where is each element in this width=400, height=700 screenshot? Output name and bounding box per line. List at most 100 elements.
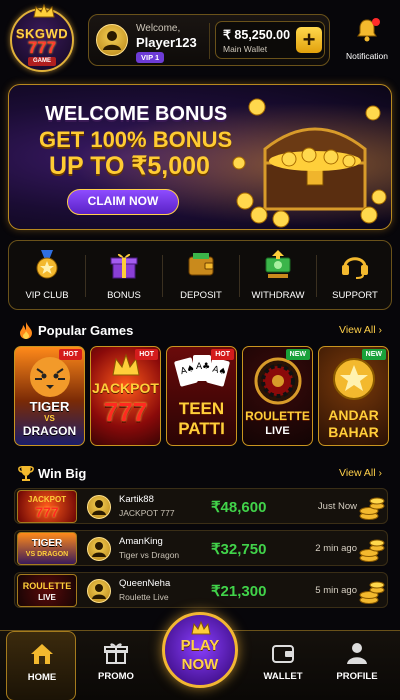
- claim-now-button[interactable]: CLAIM NOW: [67, 189, 179, 215]
- support-button[interactable]: SUPPORT: [317, 241, 393, 311]
- user-icon: [92, 542, 106, 557]
- wallet-icon: [188, 253, 214, 276]
- game-thumbnail: TIGER VS DRAGON: [17, 532, 77, 565]
- game-subtitle: 777: [103, 397, 148, 427]
- game-card-jackpot-777[interactable]: HOT JACKPOT 777: [90, 346, 161, 446]
- fire-icon: [20, 322, 32, 339]
- brand-logo[interactable]: SKGWD 777 GAME: [10, 4, 74, 72]
- welcome-text: Welcome,: [136, 23, 181, 34]
- hot-badge: HOT: [59, 349, 82, 360]
- vip-medal-icon: [36, 250, 58, 279]
- home-icon: [31, 644, 53, 664]
- withdraw-button[interactable]: WITHDRAW: [240, 241, 316, 311]
- winner-game: Roulette Live: [119, 592, 169, 602]
- quick-actions: VIP CLUB BONUS DEPOSIT WITHDRAW SUPPORT: [8, 240, 392, 310]
- bonus-button[interactable]: BONUS: [86, 241, 162, 311]
- balance-amount: ₹ 85,250.00: [223, 28, 291, 42]
- avatar: [87, 579, 111, 603]
- hot-badge: HOT: [211, 349, 234, 360]
- game-title-vs: VS: [44, 414, 55, 423]
- coin-stack-icon: [359, 581, 385, 604]
- thumb-subtitle: 777: [35, 504, 59, 520]
- quick-label: WITHDRAW: [251, 290, 305, 301]
- headset-icon: [342, 257, 368, 279]
- user-icon: [92, 584, 106, 599]
- logo-text-game: GAME: [28, 57, 56, 66]
- game-card-andar-bahar[interactable]: NEW ANDAR BAHAR: [318, 346, 389, 446]
- win-time: Just Now: [317, 501, 357, 512]
- nav-label: WALLET: [263, 671, 303, 682]
- play-now-button[interactable]: PLAY NOW: [162, 612, 238, 688]
- notification-label: Notification: [345, 51, 389, 61]
- game-title: TIGER: [29, 399, 70, 414]
- popular-games-list: HOT TIGER VS DRAGON HOT JACKPOT 777 A♠ A…: [14, 346, 390, 446]
- wallet-label: Main Wallet: [223, 44, 268, 54]
- win-amount: ₹48,600: [211, 499, 267, 516]
- winner-game: Tiger vs Dragon: [119, 550, 180, 560]
- hot-badge: HOT: [135, 349, 158, 360]
- winner-name: QueenNeha: [119, 578, 171, 589]
- thumb-title: JACKPOT: [27, 495, 67, 504]
- crown-icon: [191, 621, 211, 635]
- view-all-label: View All: [339, 324, 376, 336]
- nav-wallet[interactable]: WALLET: [248, 631, 318, 700]
- game-subtitle: PATTI: [178, 419, 225, 438]
- nav-profile[interactable]: PROFILE: [322, 631, 392, 700]
- vip-badge: VIP 1: [136, 52, 165, 63]
- win-time: 2 min ago: [315, 543, 357, 554]
- game-card-teen-patti[interactable]: A♠ A♣ A♠ HOT TEEN PATTI: [166, 346, 237, 446]
- thumb-title: TIGER: [31, 538, 63, 549]
- svg-text:A♣: A♣: [196, 362, 210, 372]
- win-amount: ₹21,300: [211, 583, 267, 600]
- quick-label: SUPPORT: [332, 290, 378, 301]
- nav-home[interactable]: HOME: [6, 631, 76, 700]
- game-title: JACKPOT: [92, 380, 159, 396]
- deposit-button[interactable]: DEPOSIT: [163, 241, 239, 311]
- thumb-title: ROULETTE: [22, 581, 72, 591]
- user-icon: [103, 31, 121, 50]
- section-title: Win Big: [38, 466, 87, 481]
- notification-dot: [372, 18, 380, 26]
- quick-label: VIP CLUB: [25, 290, 69, 301]
- nav-promo[interactable]: PROMO: [81, 631, 151, 700]
- avatar: [87, 537, 111, 561]
- banner-title: WELCOME BONUS: [45, 103, 228, 125]
- game-card-roulette-live[interactable]: NEW ROULETTE LIVE: [242, 346, 313, 446]
- logo-text-777: 777: [27, 38, 57, 57]
- winner-game: JACKPOT 777: [119, 508, 175, 518]
- view-all-games-link[interactable]: View All ›: [339, 324, 382, 336]
- win-time: 5 min ago: [315, 585, 357, 596]
- game-thumbnail: JACKPOT 777: [17, 490, 77, 523]
- vip-club-button[interactable]: VIP CLUB: [9, 241, 85, 311]
- nav-label: HOME: [27, 672, 57, 683]
- game-title: ANDAR: [328, 407, 379, 423]
- gift-icon: [104, 643, 128, 664]
- treasure-chest-icon: [232, 98, 387, 228]
- new-badge: NEW: [285, 349, 310, 360]
- quick-label: DEPOSIT: [180, 290, 222, 301]
- play-now-label-top: PLAY: [180, 637, 220, 654]
- game-card-tiger-vs-dragon[interactable]: HOT TIGER VS DRAGON: [14, 346, 85, 446]
- welcome-bonus-banner[interactable]: WELCOME BONUS GET 100% BONUS UP TO ₹5,00…: [8, 84, 392, 230]
- winner-row[interactable]: TIGER VS DRAGON AmanKing Tiger vs Dragon…: [14, 530, 388, 566]
- banner-amount: UP TO ₹5,000: [49, 152, 210, 180]
- game-title: ROULETTE: [245, 409, 310, 423]
- coin-stack-icon: [359, 497, 385, 520]
- winner-row[interactable]: JACKPOT 777 Kartik88 JACKPOT 777 ₹48,600…: [14, 488, 388, 524]
- gift-icon: [110, 253, 138, 279]
- avatar[interactable]: [96, 24, 128, 56]
- game-thumbnail: ROULETTE LIVE: [17, 574, 77, 607]
- win-big-header: Win Big View All ›: [8, 464, 392, 484]
- view-all-label: View All: [339, 467, 376, 479]
- win-big-list: JACKPOT 777 Kartik88 JACKPOT 777 ₹48,600…: [8, 484, 392, 612]
- add-funds-button[interactable]: +: [296, 27, 322, 53]
- view-all-winners-link[interactable]: View All ›: [339, 467, 382, 479]
- thumb-subtitle: VS DRAGON: [25, 551, 69, 558]
- notification-button[interactable]: Notification: [342, 18, 392, 66]
- winner-row[interactable]: ROULETTE LIVE QueenNeha Roulette Live ₹2…: [14, 572, 388, 608]
- divider: [209, 23, 210, 59]
- app-header: SKGWD 777 GAME Welcome, Player123 VIP 1 …: [0, 0, 400, 76]
- trophy-icon: [18, 466, 34, 481]
- wallet-icon: [272, 645, 294, 663]
- nav-label: PROFILE: [336, 671, 378, 682]
